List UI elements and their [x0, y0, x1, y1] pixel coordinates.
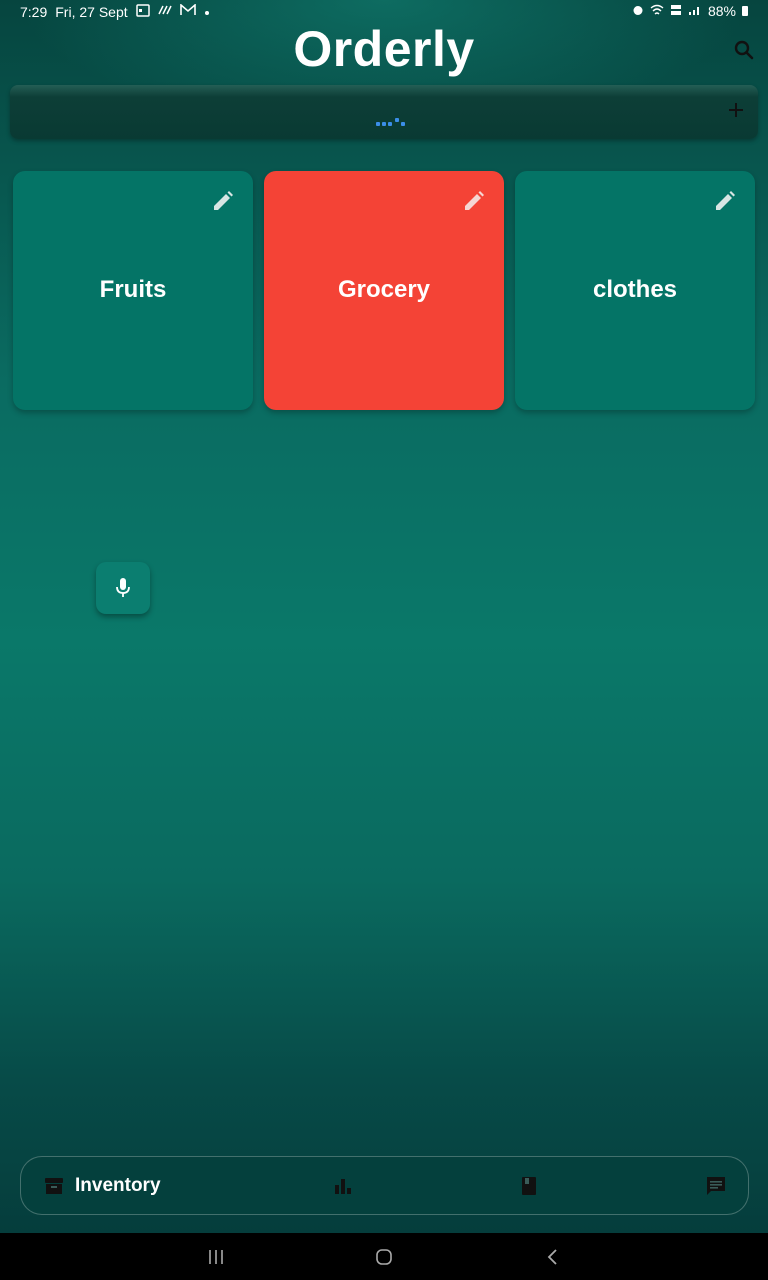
home-icon	[376, 1249, 392, 1265]
battery-icon	[742, 6, 748, 16]
wifi-icon	[650, 4, 664, 19]
category-card-fruits[interactable]: Fruits	[13, 171, 253, 410]
edit-button[interactable]	[462, 189, 486, 213]
voice-input-button[interactable]	[96, 562, 150, 614]
pencil-icon	[716, 191, 735, 210]
nav-label-inventory: Inventory	[75, 1174, 161, 1196]
battery-percent: 88%	[707, 3, 736, 19]
alarm-icon	[632, 4, 644, 19]
microphone-icon	[116, 578, 130, 597]
gmail-icon	[179, 3, 196, 19]
bottom-navigation: Inventory	[20, 1156, 749, 1215]
recent-apps-icon	[209, 1250, 223, 1264]
nav-item-book[interactable]	[518, 1157, 540, 1214]
home-button[interactable]	[372, 1245, 396, 1269]
category-card-clothes[interactable]: clothes	[515, 171, 755, 410]
recent-apps-button[interactable]	[204, 1245, 228, 1269]
category-label: clothes	[592, 276, 678, 303]
category-label: Fruits	[99, 276, 167, 303]
status-left: 7:29 Fri, 27 Sept	[20, 3, 210, 20]
nav-item-messages[interactable]	[705, 1157, 727, 1214]
search-button[interactable]	[732, 38, 756, 62]
status-date: Fri, 27 Sept	[55, 3, 128, 20]
status-time: 7:29	[20, 3, 48, 20]
notification-dot-icon	[204, 5, 210, 19]
inventory-box-icon	[45, 1177, 63, 1194]
back-button[interactable]	[541, 1245, 565, 1269]
search-icon	[734, 40, 754, 60]
book-icon	[522, 1176, 536, 1195]
volte-icon	[670, 4, 682, 19]
cell-signal-icon	[688, 4, 702, 19]
nav-item-inventory[interactable]: Inventory	[43, 1157, 161, 1214]
bar-chart-icon	[335, 1178, 351, 1194]
system-navigation-bar	[0, 1233, 768, 1280]
nav-item-reports[interactable]	[332, 1157, 354, 1214]
calendar-icon	[135, 3, 150, 20]
category-card-grocery[interactable]: Grocery	[264, 171, 504, 410]
edit-button[interactable]	[713, 189, 737, 213]
add-category-button[interactable]	[725, 99, 747, 121]
edit-button[interactable]	[211, 189, 235, 213]
status-right: 88%	[632, 3, 748, 19]
chat-icon	[707, 1176, 725, 1195]
back-icon	[547, 1249, 557, 1265]
loading-indicator	[376, 118, 416, 128]
plus-icon	[729, 103, 743, 117]
category-label: Grocery	[337, 276, 431, 303]
pencil-icon	[465, 191, 484, 210]
pencil-icon	[214, 191, 233, 210]
signal-activity-icon	[157, 4, 172, 19]
app-screen: 7:29 Fri, 27 Sept 88% Orderly Fruits Gro…	[0, 0, 768, 1233]
app-title: Orderly	[293, 21, 475, 77]
category-toolbar	[10, 85, 758, 139]
